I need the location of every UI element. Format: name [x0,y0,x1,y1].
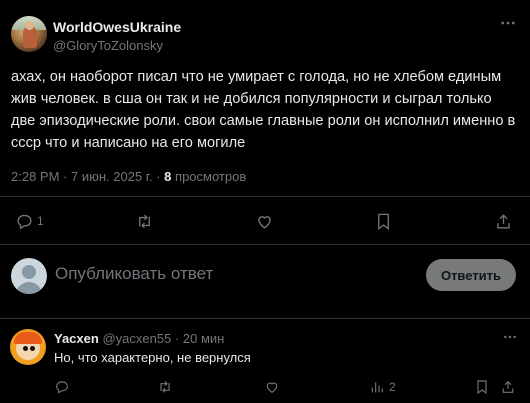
bookmark-icon [378,213,389,230]
post-meta: 2:28 PM · 7 июн. 2025 г. · 8 просмотров [11,169,246,184]
views-count: 8 [164,169,172,184]
reply-submit-button[interactable]: Ответить [426,259,516,291]
comment-avatar[interactable] [10,329,46,365]
more-horizontal-icon[interactable] [498,14,518,34]
comment-share-button[interactable] [500,377,516,397]
reply-button[interactable]: 1 [15,206,44,236]
reply-icon [17,214,32,229]
comment-author-name[interactable]: Yacxen [54,331,99,346]
post-text: ахах, он наоборот писал что не умирает с… [11,69,516,151]
share-button[interactable] [494,206,513,236]
meta-separator-2: · [156,169,161,184]
meta-separator: · [63,169,68,184]
post-actions: 1 [0,206,530,236]
post-time[interactable]: 2:28 PM [11,169,59,184]
reply-icon [56,381,68,394]
comment[interactable]: Yacxen @yacxen55 · 20 мин Но, что характ… [0,319,530,403]
share-icon [502,380,514,393]
comment-like-button[interactable] [264,377,280,397]
post-author[interactable]: WorldOwesUkraine @GloryToZolonsky [11,16,411,56]
author-name[interactable]: WorldOwesUkraine [53,19,181,35]
like-icon [266,382,278,394]
repost-button[interactable] [135,206,154,236]
comment-text: Но, что характерно, не вернулся [54,350,251,365]
comment-views-count: 2 [389,380,396,394]
share-icon [497,213,510,229]
repost-icon [160,381,170,393]
comment-repost-button[interactable] [157,377,173,397]
comment-more-icon[interactable] [502,329,518,348]
comment-time[interactable]: 20 мин [183,331,224,346]
reply-count: 1 [37,214,44,228]
comment-reply-button[interactable] [54,377,70,397]
repost-icon [139,214,150,228]
comment-header: Yacxen @yacxen55 · 20 мин [54,331,224,346]
reply-input[interactable]: Опубликовать ответ [55,264,213,284]
author-avatar[interactable] [11,16,47,52]
divider [0,196,530,197]
analytics-icon [371,382,383,393]
reply-composer: Опубликовать ответ Ответить [0,250,530,306]
bookmark-icon [477,380,487,395]
comment-author-handle[interactable]: @yacxen55 [102,331,171,346]
comment-bookmark-button[interactable] [474,377,490,397]
author-handle[interactable]: @GloryToZolonsky [53,38,163,53]
like-icon [258,215,271,229]
divider-2 [0,244,530,245]
like-button[interactable] [255,206,274,236]
bookmark-button[interactable] [374,206,393,236]
comment-separator: · [174,331,180,346]
comment-actions: 2 [0,377,530,397]
post-date[interactable]: 7 июн. 2025 г. [71,169,153,184]
current-user-avatar [11,258,47,294]
comment-views-button[interactable]: 2 [369,377,396,397]
views-label: просмотров [175,169,247,184]
